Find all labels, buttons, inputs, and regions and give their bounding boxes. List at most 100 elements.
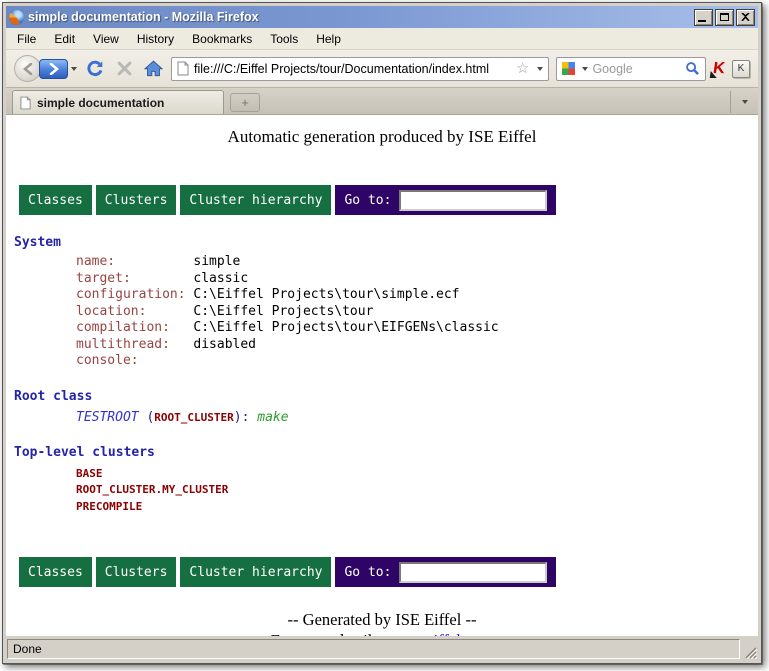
system-row: multithread:disabled — [6, 337, 758, 354]
system-key: target: — [76, 271, 193, 288]
tab-simple-documentation[interactable]: simple documentation — [12, 90, 224, 114]
system-key: console: — [76, 353, 193, 370]
maximize-button[interactable] — [715, 9, 734, 26]
tab-label: simple documentation — [37, 96, 164, 110]
new-tab-button[interactable]: + — [230, 93, 260, 112]
system-value: disabled — [193, 337, 256, 352]
back-button[interactable] — [14, 55, 41, 82]
goto-input[interactable] — [399, 562, 547, 583]
search-input[interactable] — [592, 62, 681, 76]
kaspersky-icon[interactable]: K — [712, 61, 726, 77]
system-row: console: — [6, 353, 758, 370]
cluster-item-root-cluster-my-cluster[interactable]: ROOT_CLUSTER.MY_CLUSTER — [6, 482, 758, 499]
cluster-item-base[interactable]: BASE — [6, 466, 758, 483]
resize-grip-icon — [743, 645, 757, 659]
title-bar[interactable]: simple documentation - Mozilla Firefox — [6, 6, 758, 28]
doc-nav-row-bottom: Classes Clusters Cluster hierarchy Go to… — [19, 557, 758, 587]
search-box[interactable] — [556, 57, 706, 81]
system-heading: System — [6, 235, 758, 250]
goto-box: Go to: — [335, 185, 556, 215]
url-input[interactable] — [194, 62, 511, 76]
url-dropdown-icon[interactable] — [537, 67, 543, 71]
classes-button[interactable]: Classes — [19, 557, 92, 587]
root-cluster-ref: ROOT_CLUSTER — [154, 411, 233, 424]
page-footer: -- Generated by ISE Eiffel -- For more d… — [6, 609, 758, 636]
system-row: name:simple — [6, 254, 758, 271]
status-bar: Done — [6, 636, 758, 660]
goto-label: Go to: — [344, 193, 391, 208]
generated-by-line: -- Generated by ISE Eiffel -- — [6, 609, 758, 630]
minimize-icon — [698, 20, 706, 22]
home-button[interactable] — [142, 58, 164, 80]
page-title: Automatic generation produced by ISE Eif… — [6, 127, 758, 147]
reload-icon — [86, 60, 104, 78]
firefox-window: simple documentation - Mozilla Firefox F… — [2, 2, 762, 664]
menu-view[interactable]: View — [84, 29, 128, 49]
top-level-clusters-heading: Top-level clusters — [6, 445, 758, 460]
goto-label: Go to: — [344, 565, 391, 580]
close-button[interactable] — [736, 9, 755, 26]
forward-arrow-icon — [49, 63, 59, 75]
tab-strip: simple documentation + — [6, 88, 758, 115]
system-value: C:\Eiffel Projects\tour — [193, 304, 373, 319]
menu-history[interactable]: History — [128, 29, 183, 49]
window-title: simple documentation - Mozilla Firefox — [28, 10, 690, 24]
reload-button[interactable] — [84, 58, 106, 80]
maximize-icon — [720, 13, 729, 21]
clusters-button[interactable]: Clusters — [96, 185, 177, 215]
google-engine-icon[interactable] — [562, 62, 575, 75]
system-value: C:\Eiffel Projects\tour\simple.ecf — [193, 287, 459, 302]
url-bar[interactable]: ☆ — [171, 57, 549, 81]
paren-close: ): — [234, 410, 257, 425]
search-magnifier-icon[interactable] — [685, 61, 700, 76]
cluster-hierarchy-button[interactable]: Cluster hierarchy — [180, 557, 331, 587]
menu-tools[interactable]: Tools — [261, 29, 307, 49]
bookmark-star-icon[interactable]: ☆ — [516, 61, 529, 76]
forward-button[interactable] — [39, 59, 68, 79]
system-key: compilation: — [76, 320, 193, 337]
system-value: simple — [193, 254, 240, 269]
root-class-line: TESTROOT (ROOT_CLUSTER): make — [6, 409, 758, 426]
system-row: compilation:C:\Eiffel Projects\tour\EIFG… — [6, 320, 758, 337]
status-text: Done — [7, 639, 740, 659]
menu-file[interactable]: File — [8, 29, 45, 49]
classes-button[interactable]: Classes — [19, 185, 92, 215]
system-key: location: — [76, 304, 193, 321]
minimize-button[interactable] — [694, 9, 713, 26]
goto-box: Go to: — [335, 557, 556, 587]
system-value: classic — [193, 271, 248, 286]
list-all-tabs-icon — [742, 100, 748, 104]
root-class-heading: Root class — [6, 389, 758, 404]
firefox-logo-icon — [9, 10, 24, 25]
virtual-keyboard-icon[interactable]: K — [732, 60, 750, 78]
navigation-toolbar: ☆ K K — [6, 50, 758, 88]
stop-button[interactable] — [113, 58, 135, 80]
list-all-tabs-button[interactable] — [730, 91, 756, 113]
menu-bookmarks[interactable]: Bookmarks — [183, 29, 261, 49]
forward-history-dropdown-icon[interactable] — [71, 67, 77, 71]
root-class-link[interactable]: TESTROOT — [76, 410, 139, 425]
tab-page-icon — [20, 96, 31, 110]
back-arrow-icon — [23, 63, 33, 75]
resize-grip[interactable] — [742, 639, 757, 659]
goto-input[interactable] — [399, 190, 547, 211]
root-feature-link[interactable]: make — [257, 410, 288, 425]
stop-icon — [117, 61, 132, 76]
doc-nav-row-top: Classes Clusters Cluster hierarchy Go to… — [19, 185, 758, 215]
system-row: location:C:\Eiffel Projects\tour — [6, 304, 758, 321]
system-value: C:\Eiffel Projects\tour\EIFGENs\classic — [193, 320, 498, 335]
cluster-item-precompile[interactable]: PRECOMPILE — [6, 499, 758, 516]
system-key: multithread: — [76, 337, 193, 354]
paren-open: ( — [139, 410, 155, 425]
system-key: name: — [76, 254, 193, 271]
page-content: Automatic generation produced by ISE Eif… — [6, 115, 758, 636]
clusters-button[interactable]: Clusters — [96, 557, 177, 587]
search-engine-dropdown-icon[interactable] — [582, 67, 588, 71]
system-row: configuration:C:\Eiffel Projects\tour\si… — [6, 287, 758, 304]
home-icon — [144, 60, 163, 77]
menu-help[interactable]: Help — [307, 29, 350, 49]
cluster-hierarchy-button[interactable]: Cluster hierarchy — [180, 185, 331, 215]
system-key: configuration: — [76, 287, 193, 304]
menu-bar: File Edit View History Bookmarks Tools H… — [6, 28, 758, 50]
menu-edit[interactable]: Edit — [45, 29, 84, 49]
